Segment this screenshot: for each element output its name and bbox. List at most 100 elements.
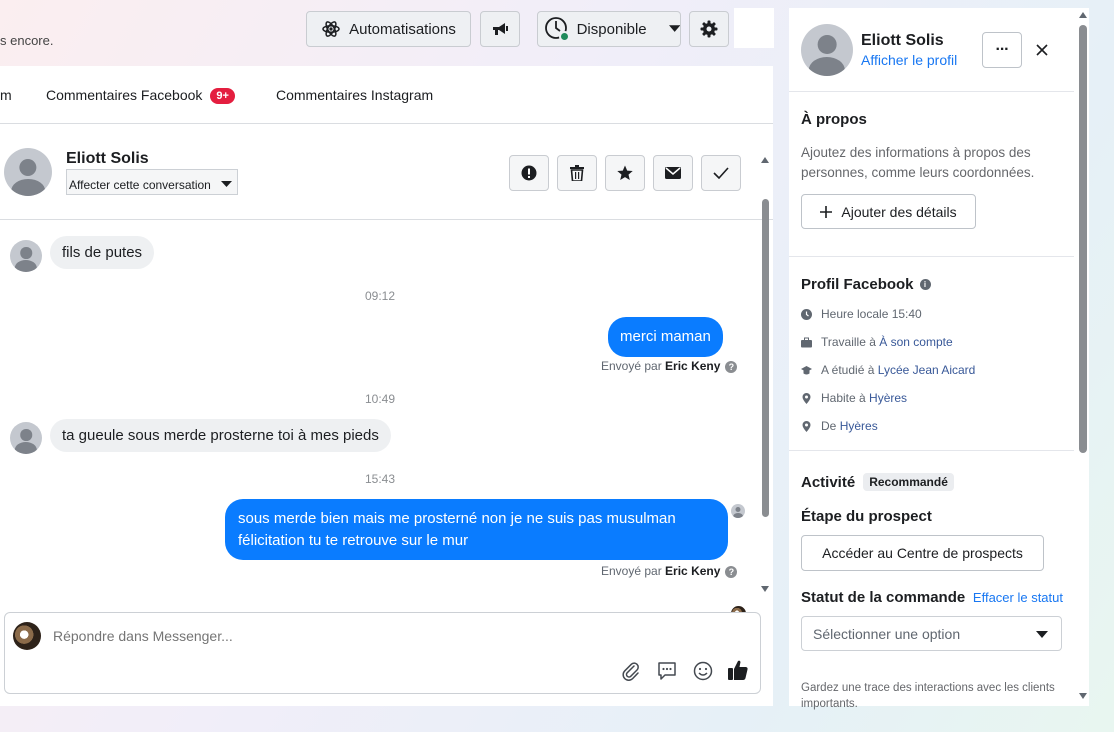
activity-title: Activité <box>801 473 856 491</box>
sent-by-name[interactable]: Eric Keny <box>665 359 720 373</box>
education-prefix: A étudié à <box>821 363 875 377</box>
alert-icon <box>521 165 537 181</box>
sidebar-scrollbar[interactable] <box>1077 8 1089 706</box>
thumbs-up-icon[interactable] <box>727 659 749 681</box>
automations-label: Automatisations <box>349 20 456 38</box>
more-options-button[interactable]: ··· <box>982 32 1022 68</box>
automations-icon <box>322 21 340 37</box>
reply-box[interactable] <box>4 612 761 694</box>
recommended-badge: Recommandé <box>863 473 954 491</box>
automations-button[interactable]: Automatisations <box>306 11 471 47</box>
view-profile-link[interactable]: Afficher le profil <box>861 52 957 68</box>
sent-by-label: Envoyé par Eric Keny? <box>601 359 738 373</box>
sender-avatar <box>10 422 42 454</box>
mark-spam-button[interactable] <box>509 155 549 191</box>
tab-instagram-comments-label: Commentaires Instagram <box>276 87 434 103</box>
facebook-profile-heading: Profil Facebook i <box>801 276 931 293</box>
scroll-up-arrow-icon[interactable] <box>1079 12 1087 18</box>
add-details-label: Ajouter des détails <box>841 203 957 220</box>
order-status-select[interactable]: Sélectionner une option <box>801 616 1062 651</box>
message-timestamp: 09:12 <box>365 289 396 303</box>
activity-heading: Activité Recommandé <box>801 473 954 491</box>
tab-instagram-comments[interactable]: Commentaires Instagram <box>276 87 433 103</box>
help-icon[interactable]: ? <box>725 361 738 373</box>
close-icon[interactable] <box>1035 43 1049 57</box>
work-link[interactable]: À son compte <box>879 335 952 349</box>
chevron-down-icon <box>668 25 680 32</box>
tab-bar: m Commentaires Facebook 9+ Commentaires I… <box>0 66 773 124</box>
availability-clock-icon <box>544 16 570 42</box>
sent-by-name[interactable]: Eric Keny <box>665 564 720 578</box>
scroll-down-arrow-icon[interactable] <box>761 586 769 592</box>
incoming-message[interactable]: ta gueule sous merde prosterne toi à mes… <box>50 419 391 452</box>
facebook-profile-title: Profil Facebook <box>801 276 914 293</box>
order-status-select-value: Sélectionner une option <box>813 625 961 642</box>
lives-in-link[interactable]: Hyères <box>869 391 907 405</box>
scroll-down-arrow-icon[interactable] <box>1079 693 1087 699</box>
sent-by-prefix: Envoyé par <box>601 359 662 373</box>
help-icon[interactable]: ? <box>725 566 738 578</box>
outgoing-message-line: félicitation tu te retrouve sur le mur <box>238 532 469 549</box>
work-prefix: Travaille à <box>821 335 876 349</box>
outgoing-message[interactable]: merci maman <box>608 317 723 357</box>
activity-footnote-line: Gardez une trace des interactions avec l… <box>801 682 1055 694</box>
tab-truncated[interactable]: m <box>0 87 12 103</box>
outgoing-message[interactable]: sous merde bien mais me prosterné non je… <box>225 499 728 560</box>
availability-dropdown[interactable]: Disponible <box>537 11 681 47</box>
activity-footnote: Gardez une trace des interactions avec l… <box>801 680 1055 712</box>
reply-input[interactable] <box>53 625 733 647</box>
attachment-icon[interactable] <box>621 661 641 681</box>
sent-by-label: Envoyé par Eric Keny? <box>601 564 738 578</box>
briefcase-icon <box>801 337 812 347</box>
hometown-row: De Hyères <box>801 419 878 433</box>
incoming-message[interactable]: fils de putes <box>50 236 155 269</box>
graduation-cap-icon <box>801 365 812 374</box>
prospect-center-button[interactable]: Accéder au Centre de prospects <box>801 535 1044 571</box>
message-scrollbar[interactable] <box>759 157 771 592</box>
message-scroll-thumb[interactable] <box>762 199 769 517</box>
delete-button[interactable] <box>557 155 597 191</box>
order-status-title: Statut de la commande <box>801 589 966 606</box>
contact-name[interactable]: Eliott Solis <box>66 150 149 168</box>
emoji-icon[interactable] <box>693 661 713 681</box>
local-time-text: Heure locale 15:40 <box>821 307 922 321</box>
profile-name: Eliott Solis <box>861 32 944 49</box>
hometown-link[interactable]: Hyères <box>840 419 878 433</box>
envelope-icon <box>665 167 681 179</box>
sent-by-prefix: Envoyé par <box>601 564 662 578</box>
mark-unread-button[interactable] <box>653 155 693 191</box>
sidebar-scroll-thumb[interactable] <box>1079 25 1087 453</box>
education-link[interactable]: Lycée Jean Aicard <box>878 363 976 377</box>
saved-replies-icon[interactable] <box>657 661 677 681</box>
seen-indicator-avatar <box>731 504 745 518</box>
message-thread: fils de putes 09:12 merci maman Envoyé p… <box>0 221 773 621</box>
star-icon <box>617 165 633 180</box>
about-title: À propos <box>801 111 867 128</box>
location-pin-icon <box>802 420 811 432</box>
megaphone-button[interactable] <box>480 11 520 47</box>
star-button[interactable] <box>605 155 645 191</box>
activity-footnote-line: importants. <box>801 698 858 710</box>
assign-conversation-dropdown[interactable]: Affecter cette conversation <box>66 169 238 195</box>
education-row: A étudié à Lycée Jean Aicard <box>801 363 975 377</box>
about-description-line: personnes, comme leurs coordonnées. <box>801 165 1035 180</box>
gear-icon <box>700 20 718 38</box>
contact-sidebar: Eliott Solis Afficher le profil ··· À pr… <box>789 8 1089 710</box>
clear-status-link[interactable]: Effacer le statut <box>973 590 1063 605</box>
tab-facebook-comments[interactable]: Commentaires Facebook 9+ <box>46 87 235 104</box>
sender-avatar <box>10 240 42 272</box>
clock-icon <box>801 308 812 320</box>
profile-avatar[interactable] <box>801 24 853 76</box>
sidebar-profile-header: Eliott Solis Afficher le profil ··· <box>789 8 1074 92</box>
conversation-header: Eliott Solis Affecter cette conversation <box>0 124 773 220</box>
trash-icon <box>570 165 584 181</box>
about-description: Ajoutez des informations à propos des pe… <box>801 143 1034 183</box>
info-icon[interactable]: i <box>919 279 931 290</box>
settings-button[interactable] <box>689 11 729 47</box>
scroll-up-arrow-icon[interactable] <box>761 157 769 163</box>
add-details-button[interactable]: Ajouter des détails <box>801 194 976 229</box>
mark-done-button[interactable] <box>701 155 741 191</box>
assign-conversation-label: Affecter cette conversation <box>69 177 211 192</box>
chevron-down-icon <box>1036 631 1048 638</box>
contact-avatar[interactable] <box>4 148 52 196</box>
